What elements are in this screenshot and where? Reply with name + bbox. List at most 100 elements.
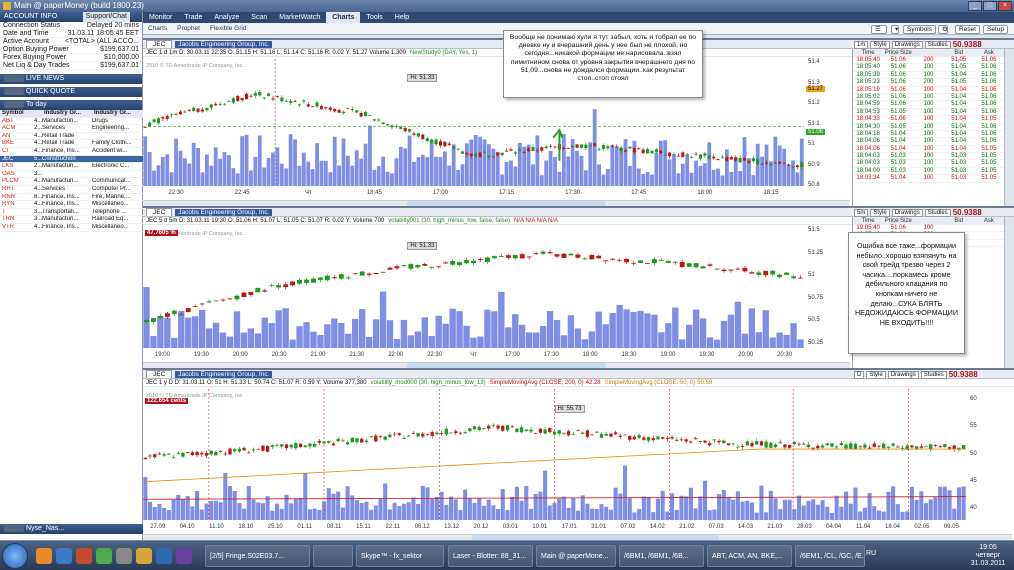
- taskbar-item[interactable]: [2/5] Fringe.S02E03.7...: [205, 545, 310, 567]
- tab-trade[interactable]: Trade: [178, 12, 208, 23]
- watchlist-row[interactable]: RHT 4... Services Computer Pr...: [0, 186, 143, 194]
- studies-button[interactable]: Studies: [924, 40, 951, 49]
- candle-body: [576, 429, 580, 431]
- drawings-button[interactable]: Drawings: [891, 40, 923, 49]
- aggregation-button[interactable]: D: [854, 370, 865, 379]
- vertical-scrollbar[interactable]: [1004, 49, 1014, 208]
- drawings-button[interactable]: Drawings: [891, 208, 923, 217]
- tab-marketwatch[interactable]: MarketWatch: [273, 12, 326, 23]
- taskbar-item[interactable]: /6BM1, /6BM1, /6B...: [619, 545, 704, 567]
- gear-icon[interactable]: ⚙: [938, 25, 948, 34]
- ts-cell: 51.06: [890, 86, 906, 93]
- taskbar-item[interactable]: Laser - Blotter: 88_31...: [448, 545, 533, 567]
- watchlist-row[interactable]: PLCM 4... Manufacturi... Communicat...: [0, 178, 143, 186]
- style-button[interactable]: Style: [870, 40, 890, 49]
- style-button[interactable]: Style: [870, 208, 890, 217]
- watchlist-col-header[interactable]: Industry Gr...: [92, 110, 142, 117]
- folder-icon[interactable]: [36, 548, 52, 564]
- tab-charts[interactable]: Charts: [326, 12, 361, 23]
- time-sales-col[interactable]: Bid: [944, 217, 974, 225]
- time-sales-col[interactable]: Time: [853, 49, 883, 57]
- studies-button[interactable]: Studies: [920, 370, 947, 379]
- live-news-header[interactable]: LIVE NEWS: [0, 74, 142, 84]
- tab-help[interactable]: Help: [389, 12, 415, 23]
- vertical-scrollbar[interactable]: [1004, 217, 1014, 370]
- time-sales-col[interactable]: [913, 217, 943, 225]
- reset-button[interactable]: Reset: [955, 25, 980, 34]
- app-icon-yellow[interactable]: [136, 548, 152, 564]
- time-sales-col[interactable]: Price Size: [883, 217, 913, 225]
- start-button[interactable]: [2, 543, 28, 569]
- app-icon-blue[interactable]: [156, 548, 172, 564]
- tab-monitor[interactable]: Monitor: [143, 12, 178, 23]
- watchlist-col-header[interactable]: Industry Gr...: [42, 110, 92, 117]
- taskbar-item[interactable]: [313, 545, 353, 567]
- watchlist-row[interactable]: CI 4... Finance, Ins... Accident wi...: [0, 148, 143, 156]
- time-sales-col[interactable]: [913, 49, 943, 57]
- subtab-flexible-grid[interactable]: Flexible Grid: [205, 23, 251, 35]
- sma50-label[interactable]: SimpleMovingAvg (CLOSE, 50, 0): [605, 380, 696, 386]
- study-label[interactable]: volatility001 (30, high_minus_low, false…: [388, 218, 510, 224]
- aggregation-button[interactable]: 5m: [854, 208, 869, 217]
- watchlist-row[interactable]: JEC 5... Construction: [0, 155, 143, 164]
- price-chart[interactable]: [143, 59, 850, 208]
- maximize-button[interactable]: □: [983, 1, 997, 11]
- watchlist-row[interactable]: LKS 2... Manufacturi... Electronic C...: [0, 163, 143, 171]
- app-icon-gray[interactable]: [116, 548, 132, 564]
- watchlist-header[interactable]: To day: [0, 100, 142, 110]
- watchlist-row[interactable]: RYN 4... Finance, Ins... Miscellaneo...: [0, 201, 143, 209]
- style-button[interactable]: Style: [866, 370, 886, 379]
- symbol-field[interactable]: JEC: [146, 40, 173, 48]
- support-chat-button[interactable]: Support/Chat: [82, 12, 130, 22]
- taskbar-item[interactable]: Main @ paperMone...: [536, 545, 616, 567]
- sma200-label[interactable]: SimpleMovingAvg (CLOSE, 200, 0): [490, 380, 584, 386]
- account-row-value[interactable]: <TOTAL> (ALL ACCO...: [65, 38, 139, 45]
- close-button[interactable]: ×: [998, 1, 1012, 11]
- watchlist-row[interactable]: ABT 4... Manufacturi... Drugs: [0, 118, 143, 126]
- bottom-widget-header[interactable]: Nyse_Nas...: [0, 524, 143, 534]
- subtab-charts[interactable]: Charts: [143, 23, 172, 35]
- clock[interactable]: 19:05 четверг 31.03.2011: [965, 544, 1011, 568]
- watchlist-row[interactable]: T 3... Transportati... Telephone ...: [0, 209, 143, 217]
- study-label[interactable]: volatility_mod000 (30, high_minus_low_13…: [371, 380, 486, 386]
- watchlist-col-header[interactable]: Symbol: [0, 110, 34, 117]
- aggregation-button[interactable]: 1m: [854, 40, 869, 49]
- minimize-button[interactable]: _: [968, 1, 982, 11]
- time-sales-col[interactable]: Time: [853, 217, 883, 225]
- watchlist-row[interactable]: TRN 3... Manufacturi... Railroad Eq...: [0, 216, 143, 224]
- drawings-button[interactable]: Drawings: [887, 370, 919, 379]
- taskbar-item[interactable]: /6EM1, /CL, /GC, /E...: [795, 545, 865, 567]
- ie-icon[interactable]: [56, 548, 72, 564]
- tab-analyze[interactable]: Analyze: [208, 12, 245, 23]
- time-sales-col[interactable]: Price Size: [883, 49, 913, 57]
- time-sales-col[interactable]: Ask: [974, 49, 1004, 57]
- grid-layout-icon[interactable]: ☰: [871, 25, 887, 34]
- watchlist-row[interactable]: BKE 4... Retail Trade Family Clothi...: [0, 140, 143, 148]
- symbols-button[interactable]: Symbols: [903, 25, 936, 34]
- app-icon-purple[interactable]: [176, 548, 192, 564]
- symbol-field[interactable]: JEC: [146, 370, 173, 378]
- time-sales-col[interactable]: Ask: [974, 217, 1004, 225]
- watchlist-row[interactable]: AN 4... Retail Trade: [0, 133, 143, 141]
- watchlist-col-header[interactable]: [34, 110, 42, 117]
- study-label[interactable]: NewStudy0 (DAY, Yes, 1): [410, 50, 477, 56]
- media-icon[interactable]: [76, 548, 92, 564]
- quick-quote-header[interactable]: QUICK QUOTE: [0, 87, 142, 97]
- symbol-field[interactable]: JEC: [146, 208, 173, 216]
- studies-button[interactable]: Studies: [924, 208, 951, 217]
- time-sales-col[interactable]: Bid: [944, 49, 974, 57]
- subtab-prophet[interactable]: Prophet: [172, 23, 205, 35]
- tab-scan[interactable]: Scan: [245, 12, 273, 23]
- tab-tools[interactable]: Tools: [360, 12, 388, 23]
- watchlist-row[interactable]: VTR 4... Finance, Ins... Miscellaneo...: [0, 224, 143, 232]
- watchlist-row[interactable]: OAS 3...: [0, 171, 143, 179]
- watchlist-row[interactable]: RNR 6... Finance, Ins... Fire, Marine,...: [0, 194, 143, 202]
- taskbar-item[interactable]: Skype™ - fx_sektor: [356, 545, 444, 567]
- price-chart[interactable]: [143, 227, 850, 370]
- menu-icon[interactable]: ▾: [891, 25, 899, 34]
- taskbar-item[interactable]: ABT, ACM, AN, BKE,...: [707, 545, 792, 567]
- language-indicator[interactable]: RU: [866, 550, 876, 557]
- setup-button[interactable]: Setup: [983, 25, 1008, 34]
- app-icon-green[interactable]: [96, 548, 112, 564]
- watchlist-row[interactable]: ACM 2... Services Engineering...: [0, 125, 143, 133]
